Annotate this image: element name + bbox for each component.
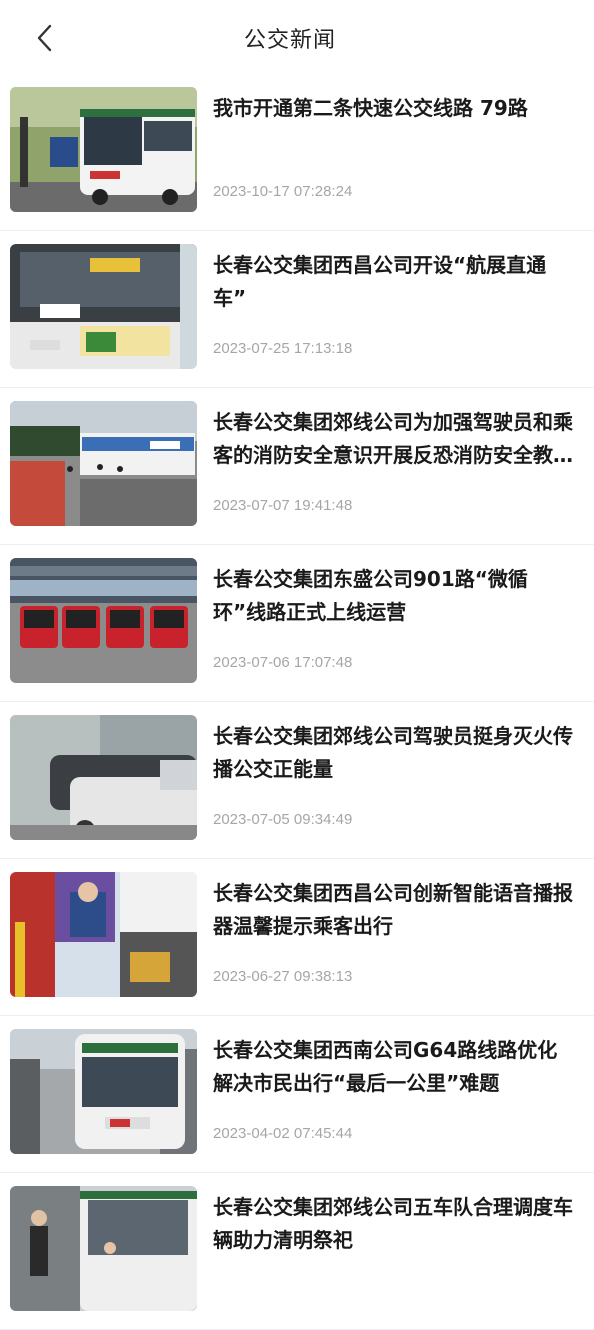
news-date: 2023-07-05 09:34:49 <box>213 811 353 828</box>
news-date: 2023-04-02 07:45:44 <box>213 1125 353 1142</box>
news-thumbnail <box>10 872 197 997</box>
news-item[interactable]: 长春公交集团郊线公司五车队合理调度车辆助力清明祭祀 <box>0 1173 594 1330</box>
news-item[interactable]: 长春公交集团西昌公司创新智能语音播报器温馨提示乘客出行 2023-06-27 0… <box>0 859 594 1016</box>
news-date: 2023-07-07 19:41:48 <box>213 497 353 514</box>
news-thumbnail <box>10 715 197 840</box>
top-bar: 公交新闻 <box>0 0 594 74</box>
news-thumbnail <box>10 244 197 369</box>
news-item[interactable]: 长春公交集团西南公司G64路线路优化 解决市民出行“最后一公里”难题 2023-… <box>0 1016 594 1173</box>
news-item[interactable]: 长春公交集团郊线公司驾驶员挺身灭火传播公交正能量 2023-07-05 09:3… <box>0 702 594 859</box>
news-title: 长春公交集团郊线公司驾驶员挺身灭火传播公交正能量 <box>213 724 573 781</box>
news-title: 长春公交集团郊线公司为加强驾驶员和乘客的消防安全意识开展反恐消防安全教育培训 <box>213 410 573 467</box>
news-title: 长春公交集团西南公司G64路线路优化 解决市民出行“最后一公里”难题 <box>213 1038 558 1095</box>
news-title: 我市开通第二条快速公交线路 79路 <box>213 96 528 120</box>
news-date: 2023-07-25 17:13:18 <box>213 340 353 357</box>
news-item[interactable]: 我市开通第二条快速公交线路 79路 2023-10-17 07:28:24 <box>0 74 594 231</box>
page-title: 公交新闻 <box>243 28 336 53</box>
news-list: 我市开通第二条快速公交线路 79路 2023-10-17 07:28:24 长春… <box>0 74 594 1330</box>
news-title: 长春公交集团西昌公司开设“航展直通车” <box>213 253 547 310</box>
news-item[interactable]: 长春公交集团东盛公司901路“微循环”线路正式上线运营 2023-07-06 1… <box>0 545 594 702</box>
news-thumbnail <box>10 558 197 683</box>
news-date: 2023-07-06 17:07:48 <box>213 654 353 671</box>
news-title: 长春公交集团郊线公司五车队合理调度车辆助力清明祭祀 <box>213 1195 573 1252</box>
news-date: 2023-10-17 07:28:24 <box>213 183 353 200</box>
news-thumbnail <box>10 1029 197 1154</box>
news-thumbnail <box>10 1186 197 1311</box>
news-item[interactable]: 长春公交集团西昌公司开设“航展直通车” 2023-07-25 17:13:18 <box>0 231 594 388</box>
news-item[interactable]: 长春公交集团郊线公司为加强驾驶员和乘客的消防安全意识开展反恐消防安全教育培训 2… <box>0 388 594 545</box>
news-thumbnail <box>10 87 197 212</box>
news-title: 长春公交集团东盛公司901路“微循环”线路正式上线运营 <box>213 567 528 624</box>
news-title: 长春公交集团西昌公司创新智能语音播报器温馨提示乘客出行 <box>213 881 573 938</box>
news-date: 2023-06-27 09:38:13 <box>213 968 353 985</box>
news-thumbnail <box>10 401 197 526</box>
